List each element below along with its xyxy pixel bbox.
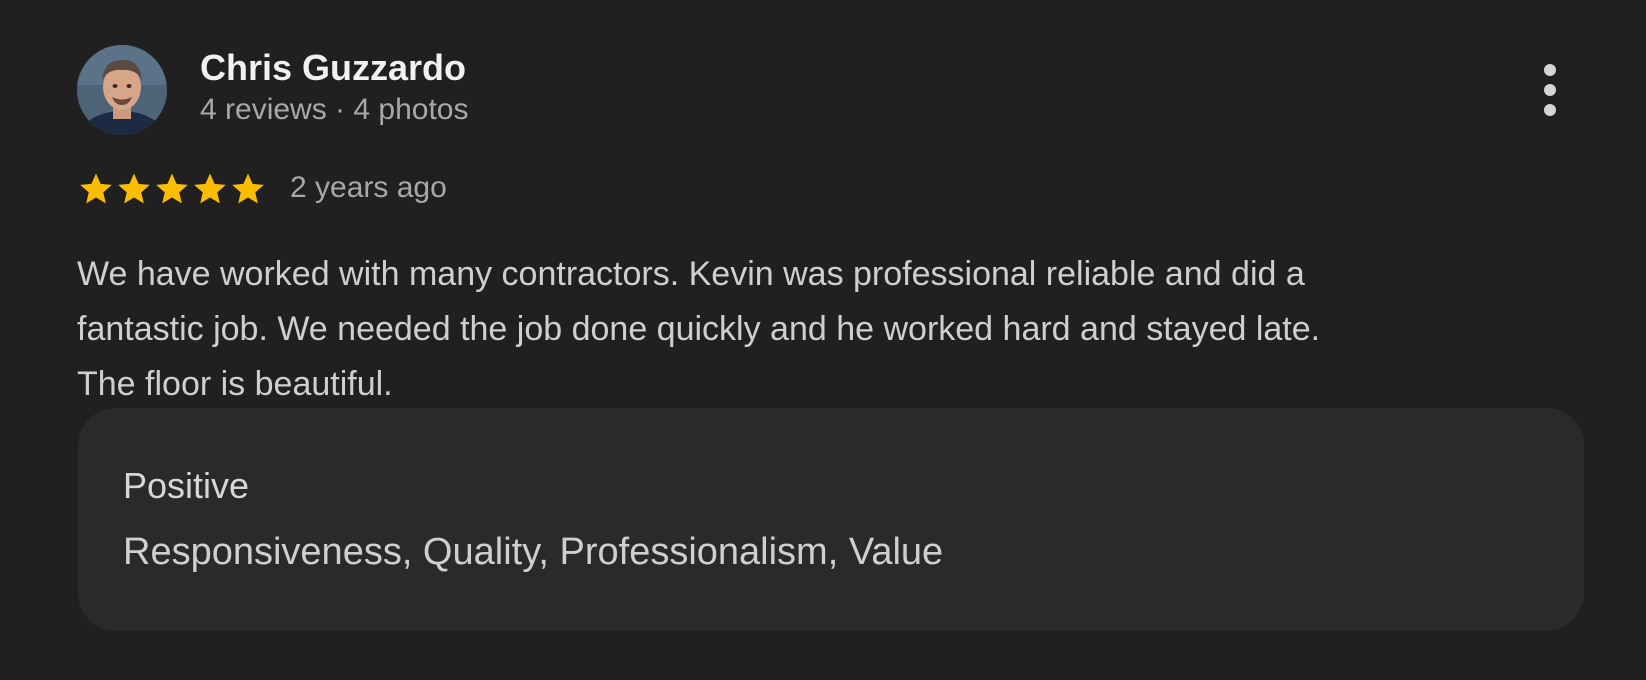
more-vert-icon[interactable] [1530, 60, 1570, 120]
star-icon [194, 173, 226, 204]
review-text-line: We have worked with many contractors. Ke… [77, 255, 1305, 293]
star-icon [118, 173, 150, 204]
author-avatar[interactable] [77, 45, 167, 135]
review-text-line: The floor is beautiful. [77, 365, 393, 403]
review-text-line: fantastic job. We needed the job done qu… [77, 310, 1321, 348]
review-age: 2 years ago [290, 171, 447, 204]
attribute-card: Positive Responsiveness, Quality, Profes… [78, 408, 1584, 631]
star-icon [232, 173, 264, 204]
star-icon [80, 173, 112, 204]
attribute-values: Responsiveness, Quality, Professionalism… [123, 531, 944, 573]
avatar-image [77, 45, 167, 135]
star-icon [156, 173, 188, 204]
author-name[interactable]: Chris Guzzardo [200, 47, 466, 89]
attribute-label: Positive [123, 465, 250, 506]
review-text: We have worked with many contractors. Ke… [77, 247, 1557, 412]
star-rating [77, 170, 267, 208]
review-card: Chris Guzzardo 4 reviews · 4 photos 2 ye… [0, 0, 1646, 680]
author-meta: 4 reviews · 4 photos [200, 93, 469, 126]
